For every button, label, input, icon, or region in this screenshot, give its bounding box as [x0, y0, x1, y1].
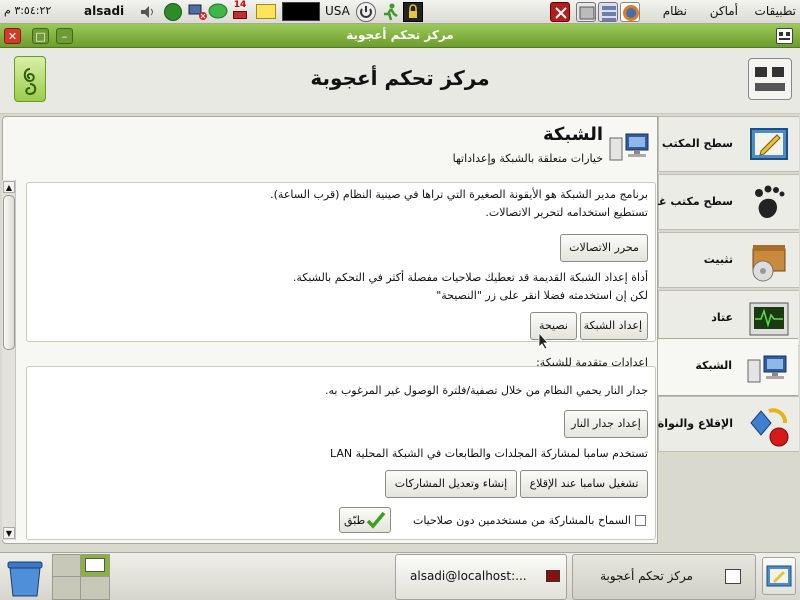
red-app-launcher-icon[interactable] [550, 2, 570, 22]
gnome-foot-icon [747, 181, 791, 225]
top-panel: تطبيقات أماكن نظام ٣:٥٤:٢٢ م alsadi 14 U… [0, 0, 800, 24]
sidebar-item-network[interactable]: الشبكة [657, 338, 798, 396]
sidebar-item-desktop[interactable]: سطح المكتب [658, 116, 799, 172]
notes-icon[interactable] [256, 4, 276, 19]
window-title-bar[interactable]: ✕ □ – مركز تحكم أعجوبة [0, 24, 800, 48]
taskbar-item-label: alsadi@localhost:... [410, 569, 527, 583]
mouse-pointer-icon [538, 331, 550, 350]
menu-applications[interactable]: تطبيقات [755, 4, 796, 18]
lock-screen-icon[interactable] [403, 2, 423, 22]
apply-label: طبّق [344, 514, 366, 527]
bottom-panel: alsadi@localhost:... مركز تحكم أعجوبة [0, 552, 800, 600]
file-manager-launcher-icon[interactable] [598, 2, 618, 22]
apply-button[interactable]: طبّق [339, 507, 391, 533]
sidebar-item-label: سطح المكتب [661, 137, 733, 150]
check-icon [366, 510, 386, 530]
sidebar-item-label: تثبيت [703, 253, 733, 266]
menu-system[interactable]: نظام [663, 4, 687, 18]
boot-kernel-icon [747, 403, 791, 447]
notification-count: 14 [233, 0, 247, 10]
logout-run-icon[interactable] [380, 2, 400, 22]
network-setup-button[interactable]: إعداد الشبكة [580, 312, 648, 340]
debian-swirl-icon [14, 56, 46, 102]
workspace-4[interactable] [81, 577, 109, 599]
user-name[interactable]: alsadi [84, 4, 124, 18]
network-computers-icon [608, 126, 652, 166]
workspace-switcher[interactable] [52, 554, 110, 600]
legacy-tool-text-line2: لكن إن استخدمته فضلا انقر على زر "النصيح… [436, 289, 648, 302]
mail-icon [233, 11, 247, 19]
chat-bubble-icon[interactable] [207, 2, 229, 22]
volume-icon[interactable] [139, 3, 157, 21]
system-monitor-applet[interactable] [282, 2, 320, 21]
connections-editor-button[interactable]: محرر الاتصالات [560, 234, 648, 262]
update-notifier-icon[interactable] [164, 3, 182, 21]
legacy-tool-text-line1: أداة إعداد الشبكة القديمة قد تعطيك صلاحي… [292, 271, 648, 284]
section-title: الشبكة [543, 124, 603, 145]
maximize-button[interactable]: □ [32, 28, 49, 44]
control-center-icon [748, 58, 792, 100]
sidebar-item-label: عتاد [711, 311, 733, 324]
workspace-window-thumbnail [85, 558, 105, 572]
keyboard-layout[interactable]: USA [325, 4, 350, 18]
network-manager-text-line1: برنامج مدير الشبكة هو الأيقونة الصغيرة ا… [270, 188, 648, 201]
guest-sharing-label: السماح بالمشاركة من مستخدمين دون صلاحيات [412, 514, 631, 527]
package-box-icon [747, 239, 791, 283]
scroll-down-arrow-icon[interactable]: ▼ [3, 527, 15, 539]
network-manager-text-line2: تستطيع استخدامه لتحرير الاتصالات. [485, 206, 648, 219]
section-subtitle: خيارات متعلقة بالشبكة وإعداداتها [452, 152, 603, 165]
sidebar-item-install[interactable]: تثبيت [658, 232, 799, 288]
hardware-monitor-icon [747, 297, 791, 341]
sidebar-item-gnome-desktop[interactable]: سطح مكتب غنوم [640, 174, 799, 230]
power-icon[interactable] [356, 2, 376, 22]
control-center-icon [725, 569, 741, 584]
guest-sharing-checkbox[interactable] [635, 515, 646, 526]
terminal-icon [546, 570, 560, 582]
firewall-setup-button[interactable]: إعداد جدار النار [564, 410, 648, 438]
control-center-header: مركز تحكم أعجوبة [0, 48, 800, 114]
workspace-3[interactable] [53, 577, 81, 599]
menu-places[interactable]: أماكن [710, 4, 738, 18]
sidebar-item-label: الشبكة [695, 359, 732, 372]
clock[interactable]: ٣:٥٤:٢٢ م [4, 4, 51, 17]
window-title: مركز تحكم أعجوبة [346, 28, 454, 42]
window-menu-icon[interactable] [776, 28, 793, 44]
taskbar-item-label: مركز تحكم أعجوبة [600, 569, 693, 583]
show-desktop-button[interactable] [762, 557, 796, 595]
scrollbar-thumb[interactable] [3, 195, 15, 350]
create-edit-shares-button[interactable]: إنشاء وتعديل المشاركات [385, 470, 517, 498]
minimize-button[interactable]: – [56, 28, 73, 44]
taskbar-item-terminal[interactable]: alsadi@localhost:... [395, 554, 567, 600]
header-title: مركز تحكم أعجوبة [310, 66, 490, 90]
samba-start-on-boot-button[interactable]: تشغيل سامبا عند الإقلاع [520, 470, 648, 498]
network-disconnected-icon[interactable] [188, 3, 208, 21]
system-monitor-launcher-icon[interactable] [576, 2, 596, 22]
sidebar-item-label: الإقلاع والنواة [657, 417, 733, 430]
samba-description: تستخدم سامبا لمشاركة المجلدات والطابعات … [330, 447, 648, 460]
close-button[interactable]: ✕ [4, 28, 21, 44]
workspace-1[interactable] [53, 555, 81, 577]
workspace-2-active[interactable] [81, 555, 109, 577]
desktop-pencil-icon [747, 123, 791, 167]
scroll-up-arrow-icon[interactable]: ▲ [3, 181, 15, 193]
vertical-scrollbar[interactable]: ▲ ▼ [2, 180, 16, 540]
firewall-description: جدار النار يحمي النظام من خلال تصفية/فلت… [325, 384, 648, 397]
trash-icon[interactable] [4, 556, 46, 598]
sidebar-item-boot-kernel[interactable]: الإقلاع والنواة [658, 396, 799, 452]
firefox-launcher-icon[interactable] [620, 2, 640, 22]
taskbar-item-control-center[interactable]: مركز تحكم أعجوبة [572, 554, 756, 600]
network-computers-icon [746, 346, 790, 390]
notification-badge[interactable]: 14 [230, 0, 250, 22]
